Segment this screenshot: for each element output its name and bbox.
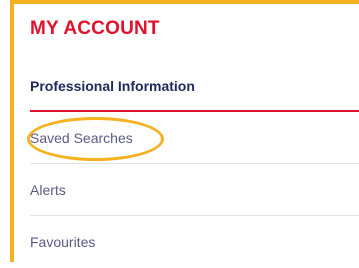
account-menu: Professional Information Saved Searches … (27, 60, 359, 268)
my-account-panel: MY ACCOUNT Professional Information Save… (10, 0, 359, 262)
menu-item-label: Favourites (30, 234, 96, 250)
menu-item-professional-information[interactable]: Professional Information (30, 60, 359, 112)
menu-item-favourites[interactable]: Favourites (30, 216, 359, 268)
page-title: MY ACCOUNT (30, 18, 160, 39)
menu-item-label: Alerts (30, 182, 66, 198)
menu-item-alerts[interactable]: Alerts (30, 164, 359, 216)
menu-item-label: Professional Information (30, 78, 195, 94)
menu-item-label: Saved Searches (30, 130, 133, 146)
menu-item-saved-searches[interactable]: Saved Searches (27, 112, 359, 164)
